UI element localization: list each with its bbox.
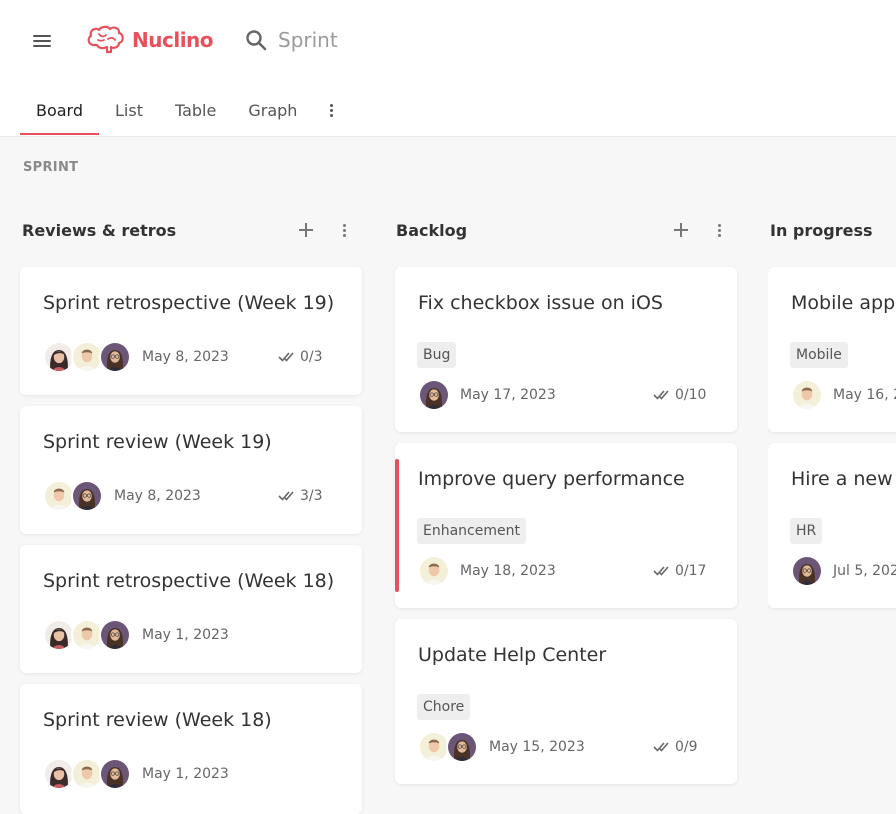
card-title: Sprint retrospective (Week 19) — [43, 292, 335, 314]
checklist-progress: 0/10 — [653, 387, 706, 403]
avatar — [71, 480, 103, 512]
card-assignees — [43, 480, 103, 512]
tab-board[interactable]: Board — [20, 86, 99, 135]
card-title: Sprint review (Week 19) — [43, 431, 272, 453]
checklist-progress: 0/3 — [278, 349, 323, 365]
card-date: Jul 5, 2023 — [833, 563, 896, 579]
tab-table[interactable]: Table — [175, 86, 216, 134]
checklist-count: 0/9 — [675, 739, 698, 755]
column-header: Backlog — [395, 216, 737, 248]
card-date: May 8, 2023 — [142, 349, 229, 365]
card-title: Mobile app redesign — [791, 292, 896, 314]
card-title: Update Help Center — [418, 644, 607, 666]
search-placeholder: Sprint — [278, 28, 338, 52]
add-card-icon[interactable] — [298, 222, 314, 238]
card[interactable]: Fix checkbox issue on iOS Bug May 17, 20… — [395, 267, 737, 432]
card[interactable]: Sprint retrospective (Week 18) May 1, 20… — [20, 545, 362, 673]
column-title: In progress — [770, 221, 873, 240]
tab-graph[interactable]: Graph — [248, 86, 297, 134]
avatar — [446, 731, 478, 763]
card[interactable]: Sprint review (Week 18) May 1, 2023 — [20, 684, 362, 814]
column-title: Backlog — [396, 221, 468, 240]
card[interactable]: Sprint retrospective (Week 19) May 8, 20… — [20, 267, 362, 395]
checklist-progress: 0/9 — [653, 739, 698, 755]
avatar — [791, 379, 823, 411]
view-tabs: Board List Table Graph — [20, 86, 337, 136]
checklist-count: 0/3 — [300, 349, 323, 365]
card-assignees — [43, 341, 131, 373]
card-tag: Bug — [417, 342, 457, 368]
double-check-icon — [278, 491, 294, 501]
card-date: May 17, 2023 — [460, 387, 556, 403]
double-check-icon — [278, 352, 294, 362]
column-menu-icon[interactable] — [715, 224, 723, 238]
card-title: Hire a new designer — [791, 468, 896, 490]
card-tag: HR — [790, 518, 823, 544]
double-check-icon — [653, 390, 669, 400]
column-backlog: Backlog Fix checkbox issue on iOS Bug Ma… — [395, 216, 737, 784]
avatar — [791, 555, 823, 587]
card-tag: Chore — [417, 694, 471, 720]
card-title: Fix checkbox issue on iOS — [418, 292, 663, 314]
app-logo[interactable]: Nuclino — [86, 24, 214, 56]
card-assignees — [418, 379, 450, 411]
card-assignees — [43, 758, 131, 790]
card-title: Improve query performance — [418, 468, 685, 490]
top-bar: Nuclino Sprint Board List Table Graph — [0, 0, 896, 137]
card-title: Sprint retrospective (Week 18) — [43, 570, 335, 592]
card-title: Sprint review (Week 18) — [43, 709, 272, 731]
card-assignees — [43, 619, 131, 651]
card-assignees — [418, 555, 450, 587]
avatar — [418, 379, 450, 411]
card[interactable]: Mobile app redesign Mobile May 16, 2023 — [768, 267, 896, 432]
avatar — [99, 758, 131, 790]
card-highlighted[interactable]: Improve query performance Enhancement Ma… — [395, 443, 737, 608]
checklist-progress: 3/3 — [278, 488, 323, 504]
column-in-progress: In progress Mobile app redesign Mobile M… — [768, 216, 896, 800]
card-accent-bar — [395, 459, 399, 592]
card-date: May 1, 2023 — [142, 627, 229, 643]
column-reviews-retros: Reviews & retros Sprint retrospective (W… — [20, 216, 362, 814]
brain-logo-icon — [87, 25, 124, 54]
card[interactable]: Sprint review (Week 19) May 8, 2023 3/3 — [20, 406, 362, 534]
card[interactable]: Update Help Center Chore May 15, 2023 0/… — [395, 619, 737, 784]
double-check-icon — [653, 742, 669, 752]
board-title: SPRINT — [23, 160, 79, 175]
add-card-icon[interactable] — [673, 222, 689, 238]
column-header: In progress — [768, 216, 896, 248]
card-date: May 1, 2023 — [142, 766, 229, 782]
avatar — [99, 341, 131, 373]
card-date: May 15, 2023 — [489, 739, 585, 755]
checklist-count: 0/10 — [675, 387, 707, 403]
card-date: May 8, 2023 — [114, 488, 201, 504]
column-menu-icon[interactable] — [340, 224, 348, 238]
avatar — [99, 619, 131, 651]
search-field[interactable]: Sprint — [244, 26, 338, 54]
card-date: May 18, 2023 — [460, 563, 556, 579]
card[interactable]: Hire a new designer HR Jul 5, 2023 — [768, 443, 896, 608]
tab-list[interactable]: List — [115, 86, 143, 134]
checklist-progress: 0/17 — [653, 563, 706, 579]
search-icon — [246, 30, 267, 51]
card-assignees — [791, 379, 823, 411]
avatar — [418, 555, 450, 587]
card-assignees — [418, 731, 478, 763]
checklist-count: 3/3 — [300, 488, 323, 504]
hamburger-menu-icon[interactable] — [32, 33, 52, 49]
double-check-icon — [653, 566, 669, 576]
more-views-icon[interactable] — [325, 86, 337, 134]
app-name: Nuclino — [132, 28, 214, 52]
checklist-count: 0/17 — [675, 563, 707, 579]
card-tag: Enhancement — [417, 518, 526, 544]
card-tag: Mobile — [790, 342, 848, 368]
card-date: May 16, 2023 — [833, 387, 896, 403]
column-header: Reviews & retros — [20, 216, 362, 248]
column-title: Reviews & retros — [22, 221, 177, 240]
card-assignees — [791, 555, 823, 587]
